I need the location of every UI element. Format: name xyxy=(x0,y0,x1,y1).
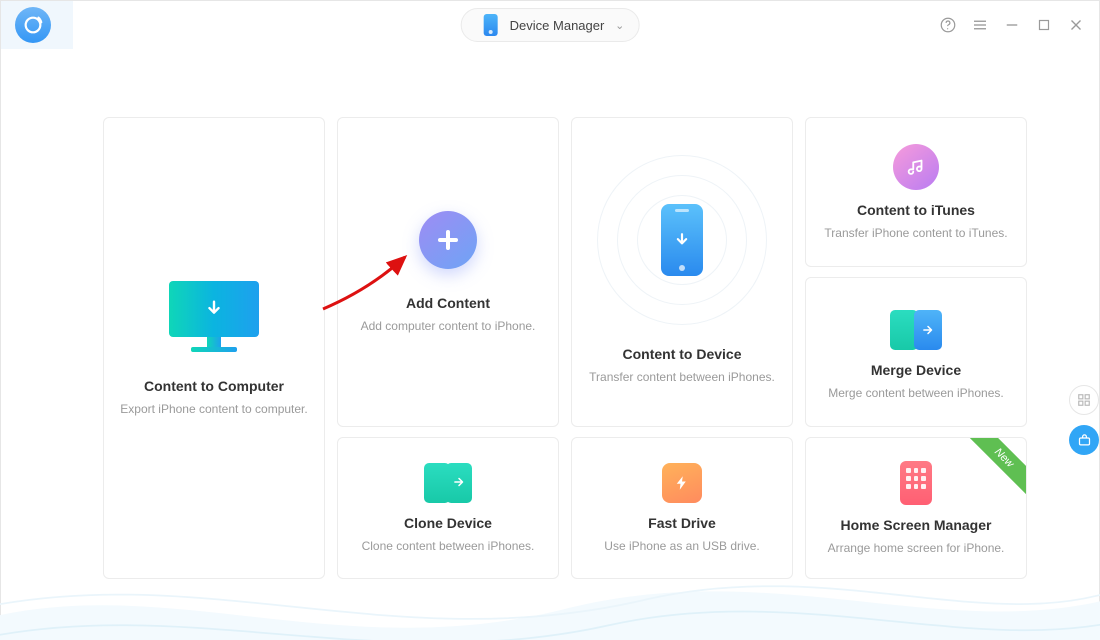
card-title: Content to iTunes xyxy=(857,202,975,218)
card-title: Merge Device xyxy=(871,362,961,378)
app-logo-icon xyxy=(15,7,51,43)
new-badge: New xyxy=(962,437,1027,500)
app-window: Device Manager ⌄ xyxy=(0,0,1100,640)
card-title: Clone Device xyxy=(404,515,492,531)
toolbox-button[interactable] xyxy=(1069,425,1099,455)
titlebar-logo-area xyxy=(1,1,73,49)
help-button[interactable] xyxy=(937,14,959,36)
phone-icon xyxy=(484,14,498,36)
device-selector-dropdown[interactable]: Device Manager ⌄ xyxy=(461,8,640,42)
card-fast-drive[interactable]: Fast Drive Use iPhone as an USB drive. xyxy=(571,437,793,579)
card-content-to-itunes[interactable]: Content to iTunes Transfer iPhone conten… xyxy=(805,117,1027,267)
card-desc: Clone content between iPhones. xyxy=(362,539,535,553)
chevron-down-icon: ⌄ xyxy=(615,19,624,32)
card-title: Add Content xyxy=(406,295,490,311)
card-desc: Use iPhone as an USB drive. xyxy=(604,539,759,553)
lightning-drive-icon xyxy=(662,463,702,503)
card-desc: Merge content between iPhones. xyxy=(828,386,1003,400)
card-title: Content to Computer xyxy=(144,378,284,394)
plus-circle-icon xyxy=(419,211,477,269)
card-title: Home Screen Manager xyxy=(841,517,992,533)
window-controls xyxy=(937,14,1087,36)
card-title: Fast Drive xyxy=(648,515,716,531)
card-desc: Arrange home screen for iPhone. xyxy=(828,541,1005,555)
card-content-to-computer[interactable]: Content to Computer Export iPhone conten… xyxy=(103,117,325,579)
maximize-button[interactable] xyxy=(1033,14,1055,36)
card-desc: Transfer content between iPhones. xyxy=(589,370,775,384)
minimize-button[interactable] xyxy=(1001,14,1023,36)
phone-download-icon xyxy=(602,160,762,320)
device-selector-label: Device Manager xyxy=(510,18,605,33)
main-content: Content to Computer Export iPhone conten… xyxy=(1,49,1099,639)
card-merge-device[interactable]: Merge Device Merge content between iPhon… xyxy=(805,277,1027,427)
close-button[interactable] xyxy=(1065,14,1087,36)
switch-grid-view-button[interactable] xyxy=(1069,385,1099,415)
clone-phones-icon xyxy=(424,463,472,503)
card-desc: Export iPhone content to computer. xyxy=(120,402,307,416)
home-screen-grid-icon xyxy=(900,461,932,505)
merge-phones-icon xyxy=(890,310,942,350)
card-clone-device[interactable]: Clone Device Clone content between iPhon… xyxy=(337,437,559,579)
menu-button[interactable] xyxy=(969,14,991,36)
itunes-music-icon xyxy=(893,144,939,190)
card-desc: Transfer iPhone content to iTunes. xyxy=(824,226,1007,240)
card-desc: Add computer content to iPhone. xyxy=(361,319,536,333)
card-content-to-device[interactable]: Content to Device Transfer content betwe… xyxy=(571,117,793,427)
card-add-content[interactable]: Add Content Add computer content to iPho… xyxy=(337,117,559,427)
side-float-buttons xyxy=(1069,385,1099,455)
titlebar: Device Manager ⌄ xyxy=(1,1,1099,49)
monitor-download-icon xyxy=(169,281,259,352)
card-title: Content to Device xyxy=(622,346,741,362)
card-home-screen-manager[interactable]: New Home Screen Manager Arrange home scr… xyxy=(805,437,1027,579)
